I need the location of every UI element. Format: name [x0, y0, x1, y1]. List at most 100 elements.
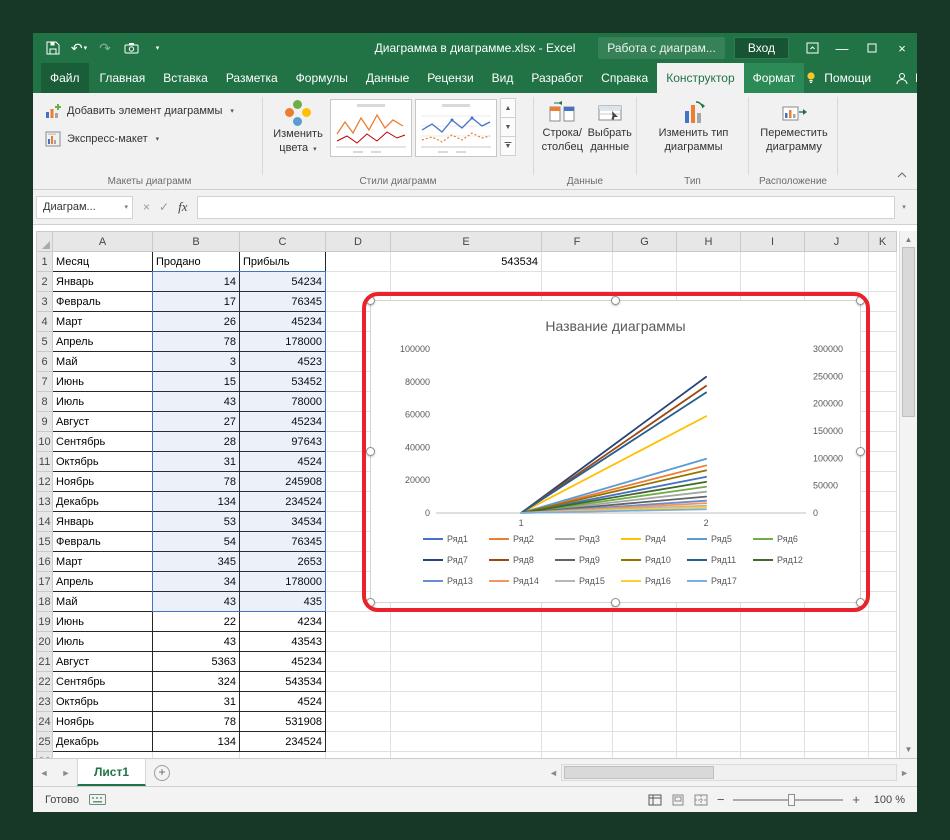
- column-header-K[interactable]: K: [868, 231, 897, 252]
- cell-K25[interactable]: [868, 731, 897, 752]
- column-header-J[interactable]: J: [804, 231, 869, 252]
- new-sheet-button[interactable]: +: [146, 759, 178, 786]
- cell-C4[interactable]: 45234: [239, 311, 326, 332]
- chart-resize-handle[interactable]: [366, 598, 375, 607]
- cell-J22[interactable]: [804, 671, 869, 692]
- cell-K15[interactable]: [868, 531, 897, 552]
- cell-G24[interactable]: [612, 711, 677, 732]
- cell-H1[interactable]: [676, 251, 741, 272]
- tab-chart-format[interactable]: Формат: [743, 63, 805, 93]
- cell-I23[interactable]: [740, 691, 805, 712]
- cell-J25[interactable]: [804, 731, 869, 752]
- sheet-tab-list1[interactable]: Лист1: [77, 759, 147, 786]
- cell-I19[interactable]: [740, 611, 805, 632]
- cell-D1[interactable]: [325, 251, 391, 272]
- cell-F20[interactable]: [541, 631, 613, 652]
- cell-K22[interactable]: [868, 671, 897, 692]
- cell-C24[interactable]: 531908: [239, 711, 326, 732]
- cell-A11[interactable]: Октябрь: [52, 451, 153, 472]
- cell-C17[interactable]: 178000: [239, 571, 326, 592]
- tab-file[interactable]: Файл: [41, 63, 89, 93]
- cell-G26[interactable]: [612, 751, 677, 758]
- column-header-A[interactable]: A: [52, 231, 153, 252]
- cell-K19[interactable]: [868, 611, 897, 632]
- zoom-out-button[interactable]: −: [717, 792, 725, 807]
- cancel-icon[interactable]: ×: [143, 200, 150, 214]
- cell-K12[interactable]: [868, 471, 897, 492]
- row-header-6[interactable]: 6: [36, 351, 53, 372]
- cell-A14[interactable]: Январь: [52, 511, 153, 532]
- chart-object[interactable]: Название диаграммы 0 20000 40000 60000 80000 1…: [366, 296, 865, 607]
- cell-J21[interactable]: [804, 651, 869, 672]
- tab-chart-design[interactable]: Конструктор: [657, 63, 744, 93]
- save-button[interactable]: [41, 37, 65, 59]
- cell-E19[interactable]: [390, 611, 542, 632]
- cell-F21[interactable]: [541, 651, 613, 672]
- hscroll-left-arrow[interactable]: ◄: [549, 768, 558, 778]
- cell-F1[interactable]: [541, 251, 613, 272]
- cell-B25[interactable]: 134: [152, 731, 240, 752]
- row-header-5[interactable]: 5: [36, 331, 53, 352]
- redo-button[interactable]: ↷: [93, 37, 117, 59]
- cell-E20[interactable]: [390, 631, 542, 652]
- cell-A4[interactable]: Март: [52, 311, 153, 332]
- change-chart-type-button[interactable]: Изменить тип диаграммы: [646, 97, 742, 154]
- chart-resize-handle[interactable]: [366, 446, 375, 456]
- minimize-button[interactable]: —: [827, 33, 857, 63]
- cell-C3[interactable]: 76345: [239, 291, 326, 312]
- cell-A1[interactable]: Месяц: [52, 251, 153, 272]
- cell-C5[interactable]: 178000: [239, 331, 326, 352]
- cell-C6[interactable]: 4523: [239, 351, 326, 372]
- chart-style-thumbnail-1[interactable]: [330, 99, 412, 157]
- cell-F22[interactable]: [541, 671, 613, 692]
- styles-scroll-down-button[interactable]: ▼: [500, 117, 516, 137]
- cell-A26[interactable]: [52, 751, 153, 758]
- sheet-nav-left-button[interactable]: ◄: [33, 759, 55, 786]
- cell-A21[interactable]: Август: [52, 651, 153, 672]
- cell-B15[interactable]: 54: [152, 531, 240, 552]
- horizontal-scroll-thumb[interactable]: [563, 766, 714, 779]
- row-header-4[interactable]: 4: [36, 311, 53, 332]
- cell-A17[interactable]: Апрель: [52, 571, 153, 592]
- row-header-11[interactable]: 11: [36, 451, 53, 472]
- zoom-slider[interactable]: [733, 793, 844, 806]
- cell-H20[interactable]: [676, 631, 741, 652]
- cell-J23[interactable]: [804, 691, 869, 712]
- cell-B8[interactable]: 43: [152, 391, 240, 412]
- cell-K11[interactable]: [868, 451, 897, 472]
- cell-H25[interactable]: [676, 731, 741, 752]
- tab-home[interactable]: Главная: [91, 63, 155, 93]
- row-header-16[interactable]: 16: [36, 551, 53, 572]
- row-header-17[interactable]: 17: [36, 571, 53, 592]
- chart-style-thumbnail-2[interactable]: [415, 99, 497, 157]
- cell-C9[interactable]: 45234: [239, 411, 326, 432]
- cell-J19[interactable]: [804, 611, 869, 632]
- cell-I2[interactable]: [740, 271, 805, 292]
- cell-E25[interactable]: [390, 731, 542, 752]
- tab-help[interactable]: Справка: [592, 63, 657, 93]
- cell-B12[interactable]: 78: [152, 471, 240, 492]
- cell-B22[interactable]: 324: [152, 671, 240, 692]
- cell-C14[interactable]: 34534: [239, 511, 326, 532]
- change-colors-button[interactable]: Изменить цвета ▾: [269, 97, 327, 156]
- row-header-12[interactable]: 12: [36, 471, 53, 492]
- qat-customize-button[interactable]: ▾: [145, 37, 169, 59]
- normal-view-button[interactable]: [648, 794, 662, 806]
- sign-in-button[interactable]: Вход: [733, 37, 789, 59]
- cell-G21[interactable]: [612, 651, 677, 672]
- share-button[interactable]: Поделиться: [915, 71, 917, 85]
- cell-K5[interactable]: [868, 331, 897, 352]
- column-header-F[interactable]: F: [541, 231, 613, 252]
- cell-C18[interactable]: 435: [239, 591, 326, 612]
- row-header-2[interactable]: 2: [36, 271, 53, 292]
- cell-A16[interactable]: Март: [52, 551, 153, 572]
- cell-J24[interactable]: [804, 711, 869, 732]
- cell-A20[interactable]: Июль: [52, 631, 153, 652]
- cell-K16[interactable]: [868, 551, 897, 572]
- cell-K14[interactable]: [868, 511, 897, 532]
- cell-A19[interactable]: Июнь: [52, 611, 153, 632]
- cell-C2[interactable]: 54234: [239, 271, 326, 292]
- cell-B24[interactable]: 78: [152, 711, 240, 732]
- cell-G2[interactable]: [612, 271, 677, 292]
- scroll-up-arrow[interactable]: ▲: [900, 235, 917, 244]
